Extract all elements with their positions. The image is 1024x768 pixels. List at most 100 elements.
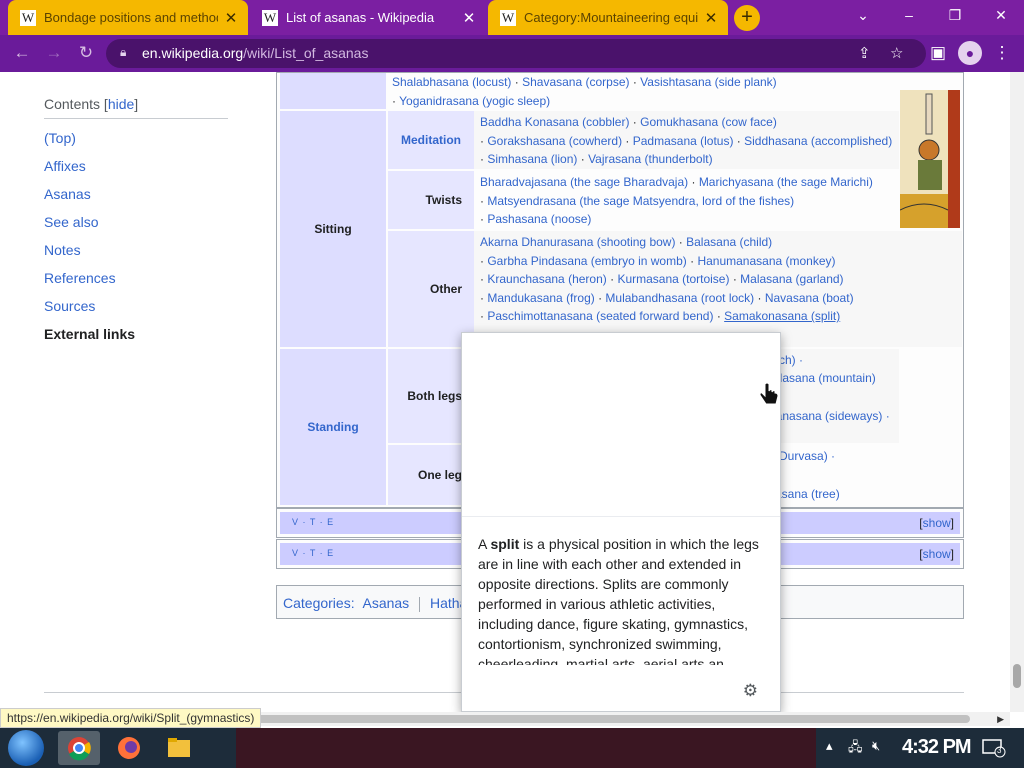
asana-link[interactable]: Gorakshasana (cowherd) (487, 134, 622, 148)
toc-item-external-links[interactable]: External links (44, 326, 228, 343)
show-link[interactable]: show (923, 516, 951, 530)
url-text[interactable]: en.wikipedia.org/wiki/List_of_asanas (142, 45, 368, 61)
vte-links[interactable]: V · T · E (292, 517, 334, 527)
forward-icon[interactable]: → (42, 41, 66, 65)
lock-icon[interactable]: 🔒︎ (120, 45, 126, 60)
preview-extract[interactable]: A split is a physical position in which … (462, 517, 780, 665)
asana-link[interactable]: Shalabhasana (locust) (392, 75, 511, 89)
asana-link[interactable]: Siddhasana (accomplished) (744, 134, 892, 148)
wikipedia-favicon-icon: W (20, 9, 36, 26)
asana-link[interactable]: Akarna Dhanurasana (shooting bow) (480, 235, 675, 249)
asana-link[interactable]: Samakonasana (split) (724, 309, 840, 323)
navbox-group-prev (280, 73, 386, 109)
tab-title: Category:Mountaineering equip (524, 10, 698, 25)
firefox-logo (118, 737, 140, 759)
profile-icon[interactable]: ● (958, 41, 982, 65)
wikipedia-favicon-icon: W (262, 9, 278, 26)
list-fragment[interactable]: adasana (mountain) (769, 369, 876, 388)
asana-link[interactable]: Mandukasana (frog) (487, 291, 594, 305)
list-fragment[interactable]: asana (tree) (775, 485, 840, 504)
navbox-group-standing[interactable]: Standing (280, 349, 386, 505)
close-tab-icon[interactable]: ✕ (704, 9, 718, 27)
asana-link[interactable]: Matsyendrasana (the sage Matsyendra, lor… (487, 194, 794, 208)
asana-link[interactable]: Marichyasana (the sage Marichi) (699, 175, 873, 189)
toc-item-notes[interactable]: Notes (44, 242, 228, 259)
tab-list-of-asanas[interactable]: W List of asanas - Wikipedia ✕ (250, 0, 486, 35)
tab-title: Bondage positions and methods (44, 10, 218, 25)
asana-link[interactable]: Pashasana (noose) (487, 212, 591, 226)
asana-link[interactable]: Balasana (child) (686, 235, 772, 249)
chrome-icon[interactable] (58, 731, 100, 765)
reload-icon[interactable]: ↻ (74, 41, 98, 65)
asana-link[interactable]: Shavasana (corpse) (522, 75, 629, 89)
address-bar[interactable]: 🔒︎ en.wikipedia.org/wiki/List_of_asanas … (106, 39, 926, 68)
asana-link[interactable]: Gomukhasana (cow face) (640, 115, 777, 129)
gear-icon[interactable]: ⚙ (743, 681, 758, 701)
asana-link[interactable]: Baddha Konasana (cobbler) (480, 115, 629, 129)
close-tab-icon[interactable]: ✕ (224, 9, 238, 27)
navbox-list-line: · Simhasana (lion) · Vajrasana (thunderb… (480, 150, 893, 169)
asana-illustration-drawing (900, 90, 960, 228)
taskbar-clock[interactable]: 4:32 PM (902, 736, 972, 759)
start-button-icon[interactable] (8, 730, 44, 766)
asana-link[interactable]: Navasana (boat) (765, 291, 854, 305)
tab-bondage-positions[interactable]: W Bondage positions and methods ✕ (8, 0, 248, 35)
navbox-list-meditation: Baddha Konasana (cobbler) · Gomukhasana … (474, 111, 899, 169)
divider (419, 596, 421, 612)
toc-item-see-also[interactable]: See also (44, 214, 228, 231)
restore-button[interactable]: ❐ (932, 0, 978, 30)
vte-links[interactable]: V · T · E (292, 548, 334, 558)
asana-link[interactable]: Hanumanasana (monkey) (697, 254, 835, 268)
toc-item-references[interactable]: References (44, 270, 228, 287)
file-explorer-icon[interactable] (158, 731, 200, 765)
toc-item-top[interactable]: (Top) (44, 130, 228, 147)
toc-item-asanas[interactable]: Asanas (44, 186, 228, 203)
asana-link[interactable]: Padmasana (lotus) (633, 134, 734, 148)
minimize-button[interactable]: – (886, 0, 932, 30)
show-link[interactable]: show (923, 547, 951, 561)
page-preview-popup[interactable]: A split is a physical position in which … (461, 332, 781, 712)
side-panel-icon[interactable]: ▣ (926, 41, 950, 65)
scroll-thumb[interactable] (1013, 664, 1021, 688)
asana-link[interactable]: Vajrasana (thunderbolt) (588, 152, 713, 166)
firefox-icon[interactable] (108, 731, 150, 765)
volume-muted-icon[interactable]: 🔇︎ (872, 738, 880, 754)
asana-link[interactable]: Garbha Pindasana (embryo in womb) (487, 254, 686, 268)
categories-label[interactable]: Categories (283, 595, 351, 611)
close-window-button[interactable]: ✕ (978, 0, 1024, 30)
asana-link[interactable]: Kurmasana (tortoise) (617, 272, 729, 286)
asana-link[interactable]: Yoganidrasana (yogic sleep) (399, 94, 550, 108)
back-icon[interactable]: ← (10, 41, 34, 65)
asana-illustration-image[interactable] (900, 90, 960, 228)
navbox-subgroup-meditation[interactable]: Meditation (388, 111, 474, 169)
asana-link[interactable]: Vasishtasana (side plank) (640, 75, 777, 89)
toc-hide-link[interactable]: hide (108, 96, 134, 112)
share-icon[interactable]: ⇪ (858, 44, 871, 62)
scroll-right-arrow-icon[interactable]: ▶ (997, 712, 1004, 726)
scroll-thumb[interactable] (240, 715, 970, 723)
tab-mountaineering-equipment[interactable]: W Category:Mountaineering equip ✕ (488, 0, 728, 35)
vertical-scrollbar[interactable] (1010, 72, 1024, 712)
list-fragment[interactable]: hanasana (sideways) · (769, 407, 890, 426)
show-toggle[interactable]: [show] (919, 547, 954, 561)
tab-search-icon[interactable]: ⌄ (840, 0, 886, 30)
asana-link[interactable]: Simhasana (lion) (487, 152, 577, 166)
asana-link[interactable]: Bharadvajasana (the sage Bharadvaja) (480, 175, 688, 189)
network-icon[interactable]: 🖧︎ (848, 738, 863, 760)
close-tab-icon[interactable]: ✕ (462, 9, 476, 27)
asana-link[interactable]: Kraunchasana (heron) (487, 272, 606, 286)
category-asanas[interactable]: Asanas (362, 595, 409, 611)
kebab-menu-icon[interactable]: ⋮ (990, 41, 1014, 65)
asana-link[interactable]: Paschimottanasana (seated forward bend) (487, 309, 713, 323)
navbox-list-other: Akarna Dhanurasana (shooting bow) · Bala… (474, 231, 962, 347)
star-icon[interactable]: ☆ (890, 44, 903, 62)
asana-link[interactable]: Mulabandhasana (root lock) (605, 291, 754, 305)
toc-item-sources[interactable]: Sources (44, 298, 228, 315)
notification-center-icon[interactable]: 3 (982, 738, 1006, 758)
navbox-list-line: Shalabhasana (locust) · Shavasana (corps… (392, 73, 890, 92)
show-hidden-icons-icon[interactable]: ▴ (826, 738, 833, 754)
show-toggle[interactable]: [show] (919, 516, 954, 530)
asana-link[interactable]: Malasana (garland) (740, 272, 843, 286)
new-tab-button[interactable]: + (734, 5, 760, 31)
toc-item-affixes[interactable]: Affixes (44, 158, 228, 175)
